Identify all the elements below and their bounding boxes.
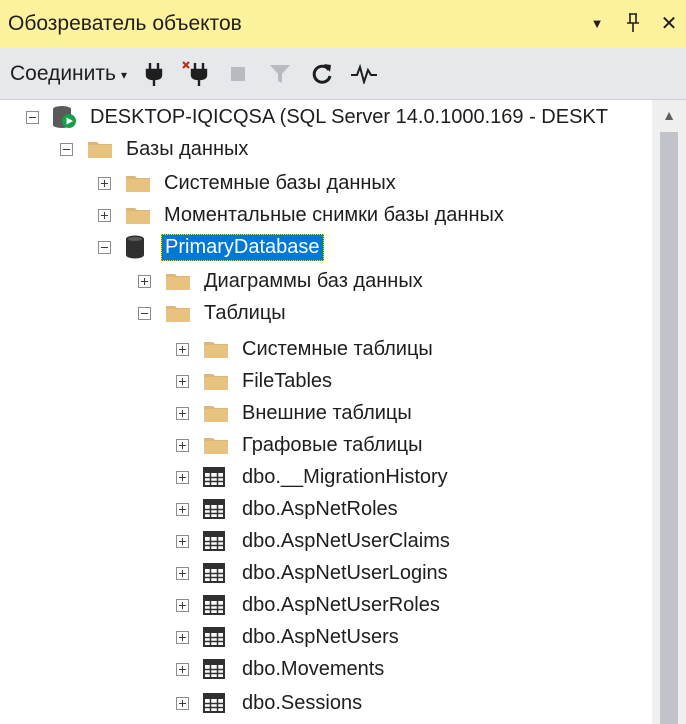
collapse-toggle[interactable] bbox=[138, 306, 151, 320]
object-explorer-panel: Обозреватель объектов ▼ ✕ Соединить ▾ DE… bbox=[0, 0, 686, 724]
chevron-down-icon: ▾ bbox=[120, 67, 127, 82]
scrollbar-thumb[interactable] bbox=[660, 132, 678, 724]
tree-node-system-databases[interactable]: Системные базы данных bbox=[98, 168, 399, 198]
folder-icon bbox=[203, 338, 231, 360]
tree-node-server[interactable]: DESKTOP-IQICQSA (SQL Server 14.0.1000.16… bbox=[26, 102, 611, 132]
tree-node-database-snapshots[interactable]: Моментальные снимки базы данных bbox=[98, 200, 507, 230]
tree-node-databases[interactable]: Базы данных bbox=[60, 134, 251, 164]
pin-icon[interactable] bbox=[622, 10, 644, 36]
tree-node-table[interactable]: dbo.AspNetUsers bbox=[176, 622, 402, 652]
tree-item-label: dbo.AspNetUserRoles bbox=[242, 593, 440, 616]
tree-node-table[interactable]: dbo.AspNetUserClaims bbox=[176, 526, 453, 556]
table-grid-icon bbox=[203, 692, 231, 714]
tree-node-table[interactable]: dbo.__MigrationHistory bbox=[176, 462, 451, 492]
explorer-toolbar: Соединить ▾ bbox=[0, 48, 686, 100]
table-grid-icon bbox=[203, 466, 231, 488]
tree-item-label: dbo.AspNetRoles bbox=[242, 497, 398, 520]
tree-node-database-diagrams[interactable]: Диаграммы баз данных bbox=[138, 266, 426, 296]
expand-toggle[interactable] bbox=[176, 470, 189, 484]
folder-icon bbox=[203, 434, 231, 456]
tree-node-system-tables[interactable]: Системные таблицы bbox=[176, 334, 436, 364]
table-grid-icon bbox=[203, 658, 231, 680]
connect-dropdown-button[interactable]: Соединить ▾ bbox=[10, 62, 127, 86]
folder-icon bbox=[203, 402, 231, 424]
stop-icon[interactable] bbox=[223, 59, 253, 89]
tree-node-table[interactable]: dbo.AspNetUserLogins bbox=[176, 558, 451, 588]
refresh-icon[interactable] bbox=[307, 59, 337, 89]
expand-toggle[interactable] bbox=[176, 598, 189, 612]
panel-title-bar: Обозреватель объектов ▼ ✕ bbox=[0, 0, 686, 48]
server-label: DESKTOP-IQICQSA (SQL Server 14.0.1000.16… bbox=[90, 105, 608, 128]
scroll-up-icon[interactable]: ▲ bbox=[652, 100, 686, 130]
table-grid-icon bbox=[203, 594, 231, 616]
primary-database-label: PrimaryDatabase bbox=[161, 233, 324, 261]
table-grid-icon bbox=[203, 530, 231, 552]
connect-label: Соединить bbox=[10, 61, 116, 85]
tree-item-label: dbo.AspNetUserLogins bbox=[242, 561, 448, 584]
folder-icon bbox=[125, 204, 153, 226]
tree-node-primary-database[interactable]: PrimaryDatabase bbox=[98, 232, 324, 262]
close-icon[interactable]: ✕ bbox=[658, 10, 680, 36]
expand-toggle[interactable] bbox=[176, 662, 189, 676]
folder-icon bbox=[87, 138, 115, 160]
tables-label: Таблицы bbox=[204, 301, 286, 324]
connect-object-explorer-icon[interactable] bbox=[139, 59, 169, 89]
panel-title: Обозреватель объектов bbox=[8, 12, 242, 35]
system-databases-label: Системные базы данных bbox=[164, 171, 396, 194]
tree-item-label: dbo.AspNetUsers bbox=[242, 625, 399, 648]
folder-icon bbox=[165, 270, 193, 292]
tree-item-label: dbo.AspNetUserClaims bbox=[242, 529, 450, 552]
table-grid-icon bbox=[203, 498, 231, 520]
tree-item-label: Внешние таблицы bbox=[242, 401, 412, 424]
expand-toggle[interactable] bbox=[176, 630, 189, 644]
tree-node-table[interactable]: dbo.Movements bbox=[176, 654, 387, 684]
database-icon bbox=[125, 235, 153, 259]
expand-toggle[interactable] bbox=[176, 566, 189, 580]
filter-icon[interactable] bbox=[265, 59, 295, 89]
activity-monitor-icon[interactable] bbox=[349, 59, 379, 89]
tree-node-table[interactable]: dbo.AspNetUserRoles bbox=[176, 590, 443, 620]
folder-icon bbox=[203, 370, 231, 392]
tree-item-label: dbo.Sessions bbox=[242, 691, 363, 714]
tree-node-table[interactable]: dbo.AspNetRoles bbox=[176, 494, 401, 524]
database-diagrams-label: Диаграммы баз данных bbox=[204, 269, 423, 292]
tree-item-label: Системные таблицы bbox=[242, 337, 433, 360]
database-snapshots-label: Моментальные снимки базы данных bbox=[164, 203, 504, 226]
title-bar-buttons: ▼ ✕ bbox=[586, 10, 680, 36]
folder-icon bbox=[165, 302, 193, 324]
tree-node-tables[interactable]: Таблицы bbox=[138, 298, 289, 328]
tree-item-label: Графовые таблицы bbox=[242, 433, 423, 456]
tree-node-external-tables[interactable]: Внешние таблицы bbox=[176, 398, 415, 428]
expand-toggle[interactable] bbox=[176, 534, 189, 548]
tree-item-label: dbo.Movements bbox=[242, 657, 385, 680]
expand-toggle[interactable] bbox=[176, 374, 189, 388]
expand-toggle[interactable] bbox=[176, 438, 189, 452]
expand-toggle[interactable] bbox=[176, 502, 189, 516]
databases-label: Базы данных bbox=[126, 137, 249, 160]
collapse-toggle[interactable] bbox=[60, 142, 73, 156]
window-position-dropdown-icon[interactable]: ▼ bbox=[586, 10, 608, 36]
expand-toggle[interactable] bbox=[98, 208, 111, 222]
tree-item-label: FileTables bbox=[242, 369, 333, 392]
collapse-toggle[interactable] bbox=[98, 240, 111, 254]
object-tree: DESKTOP-IQICQSA (SQL Server 14.0.1000.16… bbox=[0, 100, 652, 724]
tree-node-filetables[interactable]: FileTables bbox=[176, 366, 335, 396]
expand-toggle[interactable] bbox=[176, 696, 189, 710]
expand-toggle[interactable] bbox=[98, 176, 111, 190]
disconnect-icon[interactable] bbox=[181, 59, 211, 89]
expand-toggle[interactable] bbox=[176, 406, 189, 420]
table-grid-icon bbox=[203, 626, 231, 648]
tree-node-graph-tables[interactable]: Графовые таблицы bbox=[176, 430, 426, 460]
expand-toggle[interactable] bbox=[176, 342, 189, 356]
collapse-toggle[interactable] bbox=[26, 110, 39, 124]
folder-icon bbox=[125, 172, 153, 194]
table-grid-icon bbox=[203, 562, 231, 584]
vertical-scrollbar[interactable]: ▲ bbox=[652, 100, 686, 724]
expand-toggle[interactable] bbox=[138, 274, 151, 288]
tree-item-label: dbo.__MigrationHistory bbox=[242, 465, 448, 488]
server-running-icon bbox=[51, 106, 79, 128]
tree-node-table[interactable]: dbo.Sessions bbox=[176, 688, 365, 718]
